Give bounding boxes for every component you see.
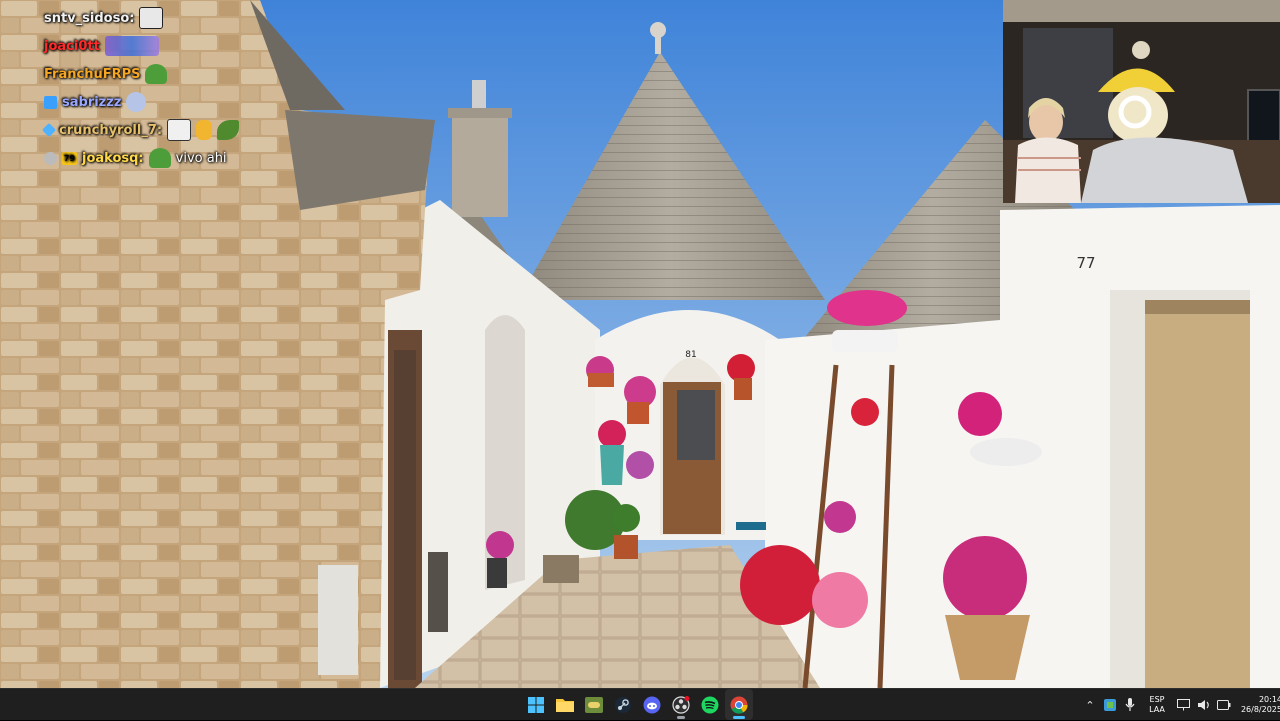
- chrome-icon: [730, 696, 748, 714]
- speaker-icon: [1198, 700, 1209, 710]
- network-icon: [1177, 699, 1190, 711]
- clock[interactable]: 20:14 26/8/2025: [1234, 695, 1280, 715]
- steam-button[interactable]: [609, 689, 637, 720]
- pepe-glasses-emote: [148, 148, 171, 168]
- windows-logo-icon: [528, 696, 544, 713]
- start-button[interactable]: [522, 689, 550, 720]
- door-number-81: 81: [685, 350, 696, 360]
- chat-message: sntv_sidoso:: [44, 4, 304, 32]
- taskbar-pinned-apps: [522, 689, 753, 721]
- stream-chat-overlay: sntv_sidoso: joaci0tt FranchuFRPS sabriz…: [41, 4, 304, 172]
- clock-date: 26/8/2025: [1240, 705, 1280, 714]
- meme-face-emote: [167, 119, 192, 141]
- chat-username: joakosq:: [82, 150, 144, 166]
- spotify-button[interactable]: [696, 689, 724, 720]
- skull-badge: [44, 151, 57, 165]
- file-explorer-button[interactable]: [551, 689, 579, 720]
- microphone-button[interactable]: [1120, 693, 1140, 717]
- chrome-button[interactable]: [725, 689, 753, 720]
- game-app-button[interactable]: [580, 689, 608, 720]
- keyboard-layout: LAA: [1149, 705, 1165, 714]
- webcam-overlay: [1003, 0, 1280, 203]
- chat-message: 79 joakosq: vivo ahi: [44, 144, 304, 172]
- shield-app-icon: [1104, 699, 1116, 711]
- sub-badge: 79: [62, 151, 77, 165]
- system-tray: ⌃ ESP LAA 20:14 26/8/2025: [1080, 689, 1280, 721]
- show-hidden-icons-button[interactable]: ⌃: [1080, 693, 1100, 717]
- chat-text: vivo ahi: [175, 150, 227, 166]
- running-indicator: [677, 716, 685, 719]
- obs-icon: [672, 695, 690, 714]
- face-emote: [139, 7, 164, 29]
- battery-button[interactable]: [1214, 693, 1234, 717]
- chat-message: joaci0tt: [44, 32, 304, 60]
- chat-username: sntv_sidoso:: [44, 10, 135, 26]
- network-button[interactable]: [1174, 693, 1194, 717]
- clock-time: 20:14: [1258, 695, 1280, 704]
- taskbar: ⌃ ESP LAA 20:14 26/8/2025: [0, 688, 1280, 720]
- pepe-emote: [145, 64, 168, 84]
- chat-username: crunchyroll_7:: [59, 122, 163, 138]
- active-indicator: [733, 716, 745, 719]
- house-number-77: 77: [1076, 254, 1095, 272]
- chevron-up-icon: ⌃: [1085, 698, 1095, 712]
- obs-button[interactable]: [667, 689, 695, 720]
- sword-badge: [41, 122, 57, 138]
- language-code: ESP: [1149, 695, 1165, 704]
- chat-message: sabrizzz: [44, 88, 304, 116]
- language-indicator[interactable]: ESP LAA: [1140, 695, 1174, 715]
- blurred-emote: [104, 36, 159, 56]
- tray-app-icon[interactable]: [1100, 693, 1120, 717]
- cube-badge: [44, 95, 57, 109]
- gamepad-icon: [585, 696, 603, 713]
- point-hand-emote: [196, 120, 213, 140]
- chat-message: FranchuFRPS: [44, 60, 304, 88]
- volume-button[interactable]: [1194, 693, 1214, 717]
- ghost-emote: [126, 92, 147, 112]
- microphone-icon: [1125, 698, 1135, 711]
- chat-username: sabrizzz: [62, 94, 122, 110]
- chat-username: FranchuFRPS: [44, 66, 141, 82]
- battery-icon: [1217, 700, 1231, 710]
- chat-username: joaci0tt: [44, 38, 100, 54]
- chat-message: crunchyroll_7:: [41, 116, 304, 144]
- steam-icon: [615, 696, 631, 713]
- spotify-icon: [701, 696, 719, 713]
- discord-button[interactable]: [638, 689, 666, 720]
- leaf-emote: [217, 120, 240, 140]
- folder-icon: [556, 699, 574, 712]
- discord-icon: [643, 696, 661, 713]
